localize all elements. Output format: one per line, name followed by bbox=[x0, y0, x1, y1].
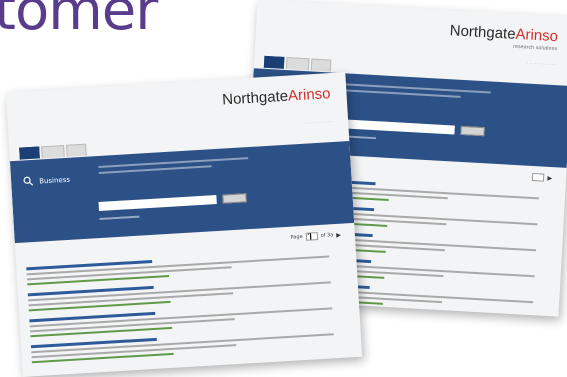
pager-of: of 3a bbox=[320, 232, 333, 239]
search-button[interactable] bbox=[222, 193, 246, 203]
keyword-input[interactable] bbox=[99, 195, 217, 211]
band-description bbox=[98, 157, 248, 178]
results-list bbox=[26, 249, 348, 372]
headline: tomer bbox=[0, 0, 157, 43]
logo: NorthgateArinso research solutions bbox=[449, 22, 559, 52]
tab-1[interactable] bbox=[264, 56, 284, 69]
next-arrow-icon[interactable]: ▶ bbox=[336, 231, 341, 238]
advanced-search-link[interactable] bbox=[99, 216, 139, 220]
tab-1[interactable] bbox=[19, 146, 39, 159]
search-button[interactable] bbox=[460, 126, 484, 136]
logo-text: NorthgateArinso bbox=[222, 85, 331, 108]
keyword-input[interactable] bbox=[337, 119, 455, 135]
pager: Page of 3a ▶ bbox=[290, 231, 341, 242]
pager-label: Page bbox=[290, 234, 302, 241]
page-number-input[interactable] bbox=[532, 173, 544, 182]
tab-2[interactable] bbox=[285, 57, 309, 70]
tab-2[interactable] bbox=[41, 145, 65, 158]
next-arrow-icon[interactable]: ▶ bbox=[547, 174, 552, 181]
top-links[interactable]: · · · · · · · · · · · bbox=[305, 119, 332, 126]
screenshot-front: NorthgateArinso · · · · · · · · · · · Bu… bbox=[6, 72, 362, 377]
logo: NorthgateArinso bbox=[222, 85, 331, 108]
tab-3[interactable] bbox=[311, 58, 331, 71]
band-description bbox=[340, 83, 490, 103]
page-number-input[interactable] bbox=[305, 232, 317, 241]
search-icon bbox=[23, 176, 34, 187]
top-links[interactable]: · · · · · · · · · · · · bbox=[527, 61, 556, 68]
band-title: Business bbox=[39, 176, 70, 186]
tab-3[interactable] bbox=[66, 144, 86, 157]
pager: ▶ bbox=[532, 173, 552, 182]
